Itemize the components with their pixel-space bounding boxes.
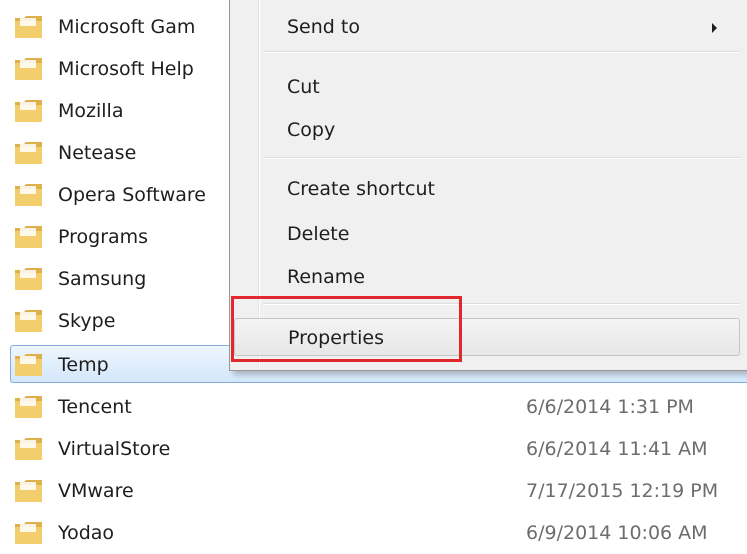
file-name: Opera Software	[58, 184, 206, 206]
file-name: Yodao	[58, 522, 115, 544]
file-name: Netease	[58, 142, 137, 164]
list-item[interactable]: Tencent 6/6/2014 1:31 PM	[0, 386, 747, 428]
folder-icon	[15, 396, 42, 418]
folder-icon	[15, 438, 42, 460]
folder-icon	[15, 58, 42, 80]
file-name: VMware	[58, 480, 134, 502]
menu-separator	[263, 157, 740, 159]
menu-item-cut[interactable]: Cut	[234, 68, 740, 106]
folder-icon	[15, 522, 42, 544]
folder-icon	[15, 16, 42, 38]
folder-icon	[15, 480, 42, 502]
folder-icon	[15, 354, 42, 376]
folder-icon	[15, 184, 42, 206]
file-name: Tencent	[58, 396, 132, 418]
folder-icon	[15, 100, 42, 122]
menu-item-label: Delete	[287, 223, 350, 245]
file-name: Microsoft Help	[58, 58, 194, 80]
annotation-highlight-box	[231, 296, 462, 362]
file-date: 6/6/2014 1:31 PM	[526, 396, 694, 418]
menu-item-label: Copy	[287, 119, 336, 141]
menu-separator	[263, 51, 740, 53]
file-date: 7/17/2015 12:19 PM	[526, 480, 719, 502]
file-date: 6/6/2014 11:41 AM	[526, 438, 708, 460]
list-item[interactable]: VirtualStore 6/6/2014 11:41 AM	[0, 428, 747, 470]
file-name: Samsung	[58, 268, 147, 290]
menu-item-label: Create shortcut	[287, 178, 435, 200]
folder-icon	[15, 310, 42, 332]
file-name: Microsoft Gam	[58, 16, 196, 38]
file-name: Skype	[58, 310, 116, 332]
folder-icon	[15, 268, 42, 290]
submenu-arrow-icon	[712, 23, 717, 33]
menu-item-label: Rename	[287, 266, 365, 288]
menu-item-label: Cut	[287, 76, 320, 98]
menu-item-rename[interactable]: Rename	[234, 258, 740, 296]
file-date: 6/9/2014 10:06 AM	[526, 522, 708, 544]
file-name: Mozilla	[58, 100, 124, 122]
file-name: Temp	[58, 354, 109, 376]
menu-item-copy[interactable]: Copy	[234, 111, 740, 149]
file-name: VirtualStore	[58, 438, 171, 460]
menu-item-delete[interactable]: Delete	[234, 215, 740, 253]
menu-item-send-to[interactable]: Send to	[234, 8, 740, 46]
file-name: Programs	[58, 226, 149, 248]
folder-icon	[15, 142, 42, 164]
list-item[interactable]: VMware 7/17/2015 12:19 PM	[0, 470, 747, 512]
menu-item-create-shortcut[interactable]: Create shortcut	[234, 170, 740, 208]
menu-item-label: Send to	[287, 16, 360, 38]
list-item[interactable]: Yodao 6/9/2014 10:06 AM	[0, 512, 747, 554]
folder-icon	[15, 226, 42, 248]
